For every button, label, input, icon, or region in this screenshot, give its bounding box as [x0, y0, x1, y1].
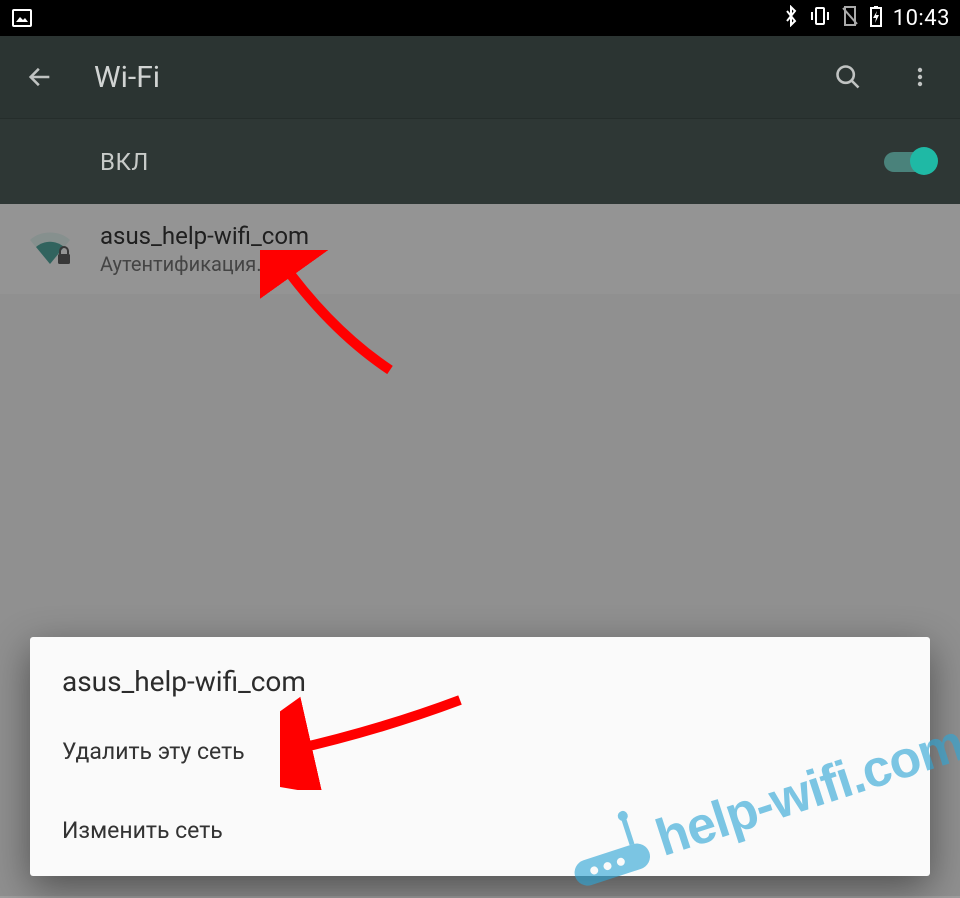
- page-title: Wi-Fi: [94, 60, 794, 95]
- wifi-toggle-row[interactable]: ВКЛ: [0, 118, 960, 204]
- statusbar-right: 10:43: [783, 5, 950, 32]
- clock-text: 10:43: [893, 6, 950, 31]
- vibrate-icon: [809, 5, 831, 32]
- dialog-title: asus_help-wifi_com: [30, 665, 930, 712]
- annotation-arrow-icon: [260, 250, 420, 390]
- picture-icon: [10, 6, 34, 30]
- annotation-arrow-icon: [280, 690, 480, 790]
- status-bar: 10:43: [0, 0, 960, 36]
- statusbar-left: [10, 6, 34, 30]
- search-button[interactable]: [830, 59, 866, 95]
- back-button[interactable]: [22, 59, 58, 95]
- no-sim-icon: [841, 5, 859, 32]
- wifi-toggle-label: ВКЛ: [100, 148, 884, 176]
- bluetooth-icon: [783, 5, 799, 32]
- wifi-switch[interactable]: [884, 152, 934, 172]
- more-button[interactable]: [902, 59, 938, 95]
- battery-icon: [869, 5, 883, 32]
- app-bar: Wi-Fi: [0, 36, 960, 118]
